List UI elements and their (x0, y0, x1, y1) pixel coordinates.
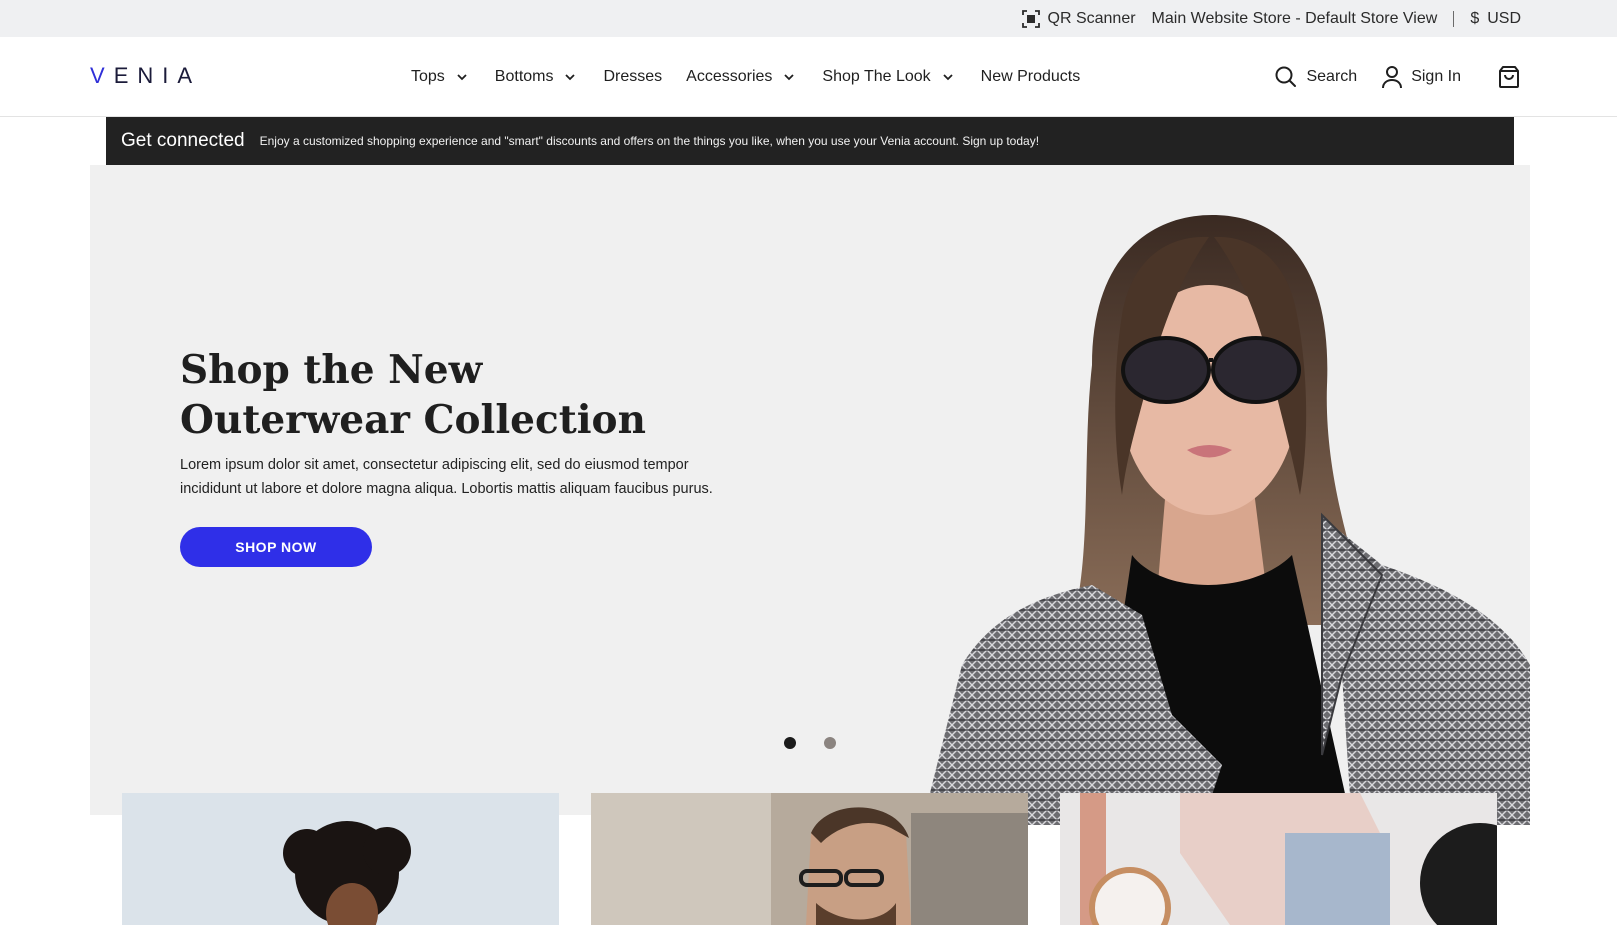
banner-title: Get connected (121, 130, 245, 151)
user-icon (1382, 66, 1403, 89)
hero-model-image (922, 215, 1530, 825)
nav-item-shop-the-look[interactable]: Shop The Look (822, 68, 956, 86)
qr-scanner-link[interactable]: QR Scanner (1021, 9, 1136, 28)
banner-text: Enjoy a customized shopping experience a… (259, 134, 1040, 148)
store-view-label: Main Website Store - Default Store View (1151, 9, 1438, 27)
sign-in-button[interactable]: Sign In (1381, 65, 1461, 89)
nav-item-new-products[interactable]: New Products (981, 68, 1081, 86)
chevron-down-icon (565, 74, 576, 81)
category-tile-accessories[interactable] (1060, 793, 1497, 925)
qr-scanner-label: QR Scanner (1047, 9, 1136, 27)
nav-item-label: Tops (411, 68, 445, 85)
hero-title-line: Outerwear Collection (180, 397, 646, 443)
main-navigation: Tops Bottoms Dresses Accessories Shop Th… (411, 37, 1104, 117)
currency-symbol: $ (1470, 9, 1480, 27)
category-tile-women[interactable] (122, 793, 559, 925)
search-label: Search (1306, 68, 1358, 85)
currency-switcher[interactable]: $ USD (1470, 10, 1521, 28)
nav-item-bottoms[interactable]: Bottoms (495, 68, 580, 86)
chevron-down-icon (943, 74, 953, 81)
sign-in-label: Sign In (1411, 68, 1461, 85)
get-connected-banner[interactable]: Get connected Enjoy a customized shoppin… (106, 117, 1514, 165)
slider-dot[interactable] (824, 737, 836, 749)
nav-item-label: Shop The Look (822, 68, 931, 85)
hero-description: Lorem ipsum dolor sit amet, consectetur … (180, 457, 713, 497)
cart-button[interactable] (1497, 65, 1521, 89)
slider-dots (784, 737, 836, 749)
venia-logo[interactable]: VENIA (90, 63, 201, 89)
nav-item-label: Dresses (603, 68, 663, 85)
slider-dot-active[interactable] (784, 737, 796, 749)
category-tile-men[interactable] (591, 793, 1028, 925)
nav-item-dresses[interactable]: Dresses (603, 68, 662, 86)
nav-item-accessories[interactable]: Accessories (686, 68, 798, 86)
nav-item-label: Bottoms (494, 68, 554, 85)
topbar-divider (1453, 10, 1455, 27)
nav-item-tops[interactable]: Tops (411, 68, 471, 86)
hero-title-line: Shop the New (180, 347, 483, 393)
shopping-bag-icon (1499, 66, 1519, 88)
top-utility-bar: QR Scanner Main Website Store - Default … (0, 0, 1617, 37)
search-button[interactable]: Search (1274, 65, 1357, 89)
chevron-down-icon (784, 74, 795, 81)
chevron-down-icon (457, 74, 467, 81)
nav-item-label: New Products (980, 68, 1081, 85)
search-icon (1275, 66, 1297, 87)
category-tile-image (1060, 793, 1497, 925)
header-actions: Search Sign In (1250, 37, 1521, 117)
hero-title: Shop the New Outerwear Collection (180, 345, 660, 445)
qr-scanner-icon (1021, 9, 1040, 28)
currency-code: USD (1487, 9, 1521, 27)
nav-item-label: Accessories (686, 68, 773, 85)
main-header: VENIA Tops Bottoms Dresses Accessories S… (0, 37, 1617, 117)
store-switcher[interactable]: Main Website Store - Default Store View (1152, 10, 1438, 28)
category-tile-image (591, 793, 1028, 925)
category-tile-image (122, 793, 559, 925)
hero-slider: Shop the New Outerwear Collection Lorem … (90, 165, 1530, 825)
shop-now-button[interactable]: SHOP NOW (180, 527, 372, 567)
